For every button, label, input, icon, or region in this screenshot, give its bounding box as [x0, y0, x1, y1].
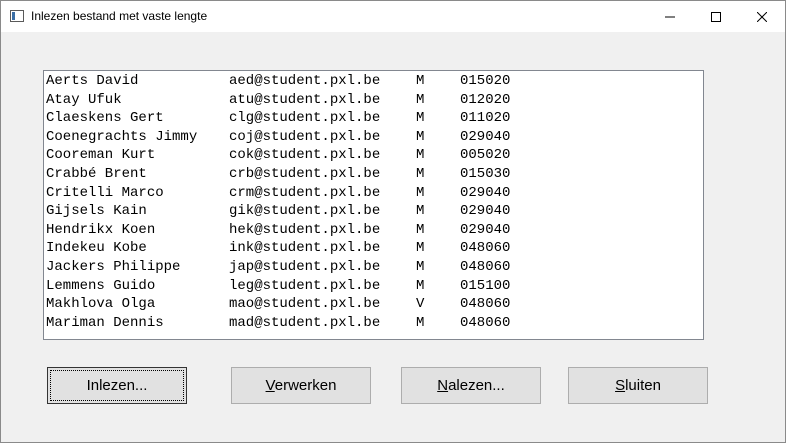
list-item-name: Critelli Marco — [46, 184, 164, 201]
maximize-button[interactable] — [693, 1, 739, 32]
student-listbox[interactable]: Aerts David aed@student.pxl.be M 015020 Atay… — [43, 70, 704, 340]
list-item-code: 048060 — [460, 240, 511, 257]
sluiten-button-label: Sluiten — [615, 377, 661, 394]
list-item-name: Gijsels Kain — [46, 203, 147, 220]
list-item-code: 015030 — [460, 166, 511, 182]
list-item-gender: M — [416, 91, 425, 108]
list-item-gender: M — [416, 277, 425, 294]
list-item-name: Aerts David — [46, 73, 139, 89]
list-item-email: hek@student.pxl.be — [229, 221, 381, 238]
list-item-code: 005020 — [460, 147, 511, 164]
list-item-gender: M — [416, 221, 425, 238]
list-item-email: aed@student.pxl.be — [229, 73, 381, 89]
nalezen-button[interactable]: Nalezen... — [401, 367, 541, 404]
title-bar[interactable]: Inlezen bestand met vaste lengte — [1, 1, 785, 32]
list-item-name: Crabbé Brent — [46, 166, 147, 182]
minimize-button[interactable] — [647, 1, 693, 32]
list-item-email: ink@student.pxl.be — [229, 240, 381, 257]
list-item-name: Hendrikx Koen — [46, 221, 156, 238]
list-item-code: 048060 — [460, 314, 511, 331]
close-button[interactable] — [739, 1, 785, 32]
list-item-name: Mariman Dennis — [46, 314, 164, 331]
list-item-code: 029040 — [460, 128, 511, 145]
verwerken-button[interactable]: Verwerken — [231, 367, 371, 404]
list-item-gender: M — [416, 184, 425, 201]
list-item-gender: M — [416, 314, 425, 331]
list-item-code: 012020 — [460, 91, 511, 108]
list-item-name: Coenegrachts Jimmy — [46, 128, 198, 145]
verwerken-button-label: Verwerken — [265, 377, 337, 394]
list-item-email: leg@student.pxl.be — [229, 277, 381, 294]
list-item-name: Makhlova Olga — [46, 296, 156, 313]
list-item-name: Atay Ufuk — [46, 91, 122, 108]
list-item-gender: M — [416, 147, 425, 164]
inlezen-button[interactable]: Inlezen... — [47, 367, 187, 404]
list-item-email: gik@student.pxl.be — [229, 203, 381, 220]
list-item-code: 029040 — [460, 203, 511, 220]
maximize-icon — [711, 11, 721, 22]
list-item-name: Claeskens Gert — [46, 110, 164, 127]
minimize-icon — [665, 16, 675, 17]
list-item-code: 029040 — [460, 184, 511, 201]
list-item-email: mad@student.pxl.be — [229, 314, 381, 331]
list-item-code: 029040 — [460, 221, 511, 238]
list-item-gender: M — [416, 259, 425, 275]
list-item-code: 048060 — [460, 259, 511, 275]
list-item-email: crb@student.pxl.be — [229, 166, 381, 182]
list-item-name: Jackers Philippe — [46, 259, 181, 275]
close-icon — [757, 11, 767, 22]
list-item-gender: M — [416, 240, 425, 257]
window-title: Inlezen bestand met vaste lengte — [31, 9, 208, 23]
list-item-gender: M — [416, 128, 425, 145]
list-item-code: 011020 — [460, 110, 511, 127]
list-item-email: mao@student.pxl.be — [229, 296, 381, 313]
list-item-gender: M — [416, 166, 425, 182]
list-item-email: clg@student.pxl.be — [229, 110, 381, 127]
list-item-name: Indekeu Kobe — [46, 240, 147, 257]
list-item-code: 015100 — [460, 277, 511, 294]
list-item-name: Lemmens Guido — [46, 277, 156, 294]
list-item-email: jap@student.pxl.be — [229, 259, 381, 275]
window-app-icon — [10, 10, 24, 22]
list-item-email: atu@student.pxl.be — [229, 91, 381, 108]
list-item-email: cok@student.pxl.be — [229, 147, 381, 164]
list-item-code: 015020 — [460, 73, 511, 89]
list-item-gender: M — [416, 203, 425, 220]
list-item-email: crm@student.pxl.be — [229, 184, 381, 201]
list-item-gender: M — [416, 110, 425, 127]
list-item-code: 048060 — [460, 296, 511, 313]
list-item-email: coj@student.pxl.be — [229, 128, 381, 145]
list-item-gender: V — [416, 296, 425, 313]
sluiten-button[interactable]: Sluiten — [568, 367, 708, 404]
list-item-name: Cooreman Kurt — [46, 147, 156, 164]
list-item-gender: M — [416, 73, 425, 89]
inlezen-button-label: Inlezen... — [86, 377, 148, 394]
app-window: Inlezen bestand met vaste lengte Aerts D… — [0, 0, 786, 443]
nalezen-button-label: Nalezen... — [437, 377, 505, 394]
